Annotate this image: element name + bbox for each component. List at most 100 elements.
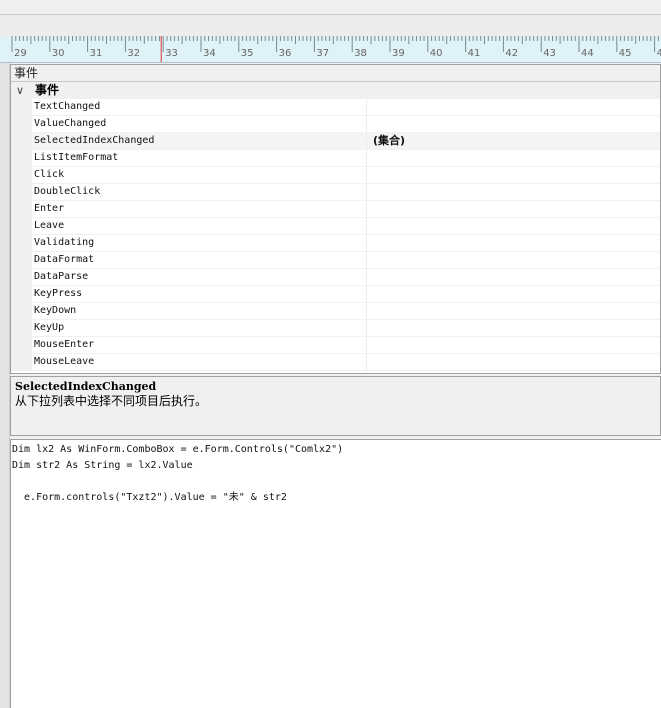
event-value[interactable]: [366, 286, 660, 302]
event-name: ListItemFormat: [34, 152, 119, 163]
event-name: KeyUp: [34, 322, 65, 333]
ruler-tick-label: 45: [619, 48, 632, 59]
event-name: TextChanged: [34, 101, 101, 112]
code-editor[interactable]: Dim lx2 As WinForm.ComboBox = e.Form.Con…: [10, 439, 661, 708]
horizontal-ruler: 29 30 31 32 33 34 35 36 37 38 39 40 41 42 43 44 45 4: [0, 36, 661, 63]
event-row[interactable]: ListItemFormat: [11, 150, 660, 167]
event-row[interactable]: Enter: [11, 201, 660, 218]
event-row[interactable]: Click: [11, 167, 660, 184]
ruler-tick-label: 44: [581, 48, 594, 59]
event-value[interactable]: [366, 354, 660, 370]
row-gutter: [11, 150, 32, 167]
event-name: DoubleClick: [34, 186, 101, 197]
event-row[interactable]: Leave: [11, 218, 660, 235]
ruler-tick-label: 42: [505, 48, 518, 59]
ruler-tick-label: 38: [354, 48, 367, 59]
help-description: 从下拉列表中选择不同项目后执行。: [15, 394, 208, 408]
event-value[interactable]: [366, 303, 660, 319]
event-row[interactable]: KeyUp: [11, 320, 660, 337]
row-gutter: [11, 337, 32, 354]
event-row[interactable]: TextChanged: [11, 99, 660, 116]
category-row-events[interactable]: ∨ 事件: [11, 82, 660, 99]
code-lines: Dim lx2 As WinForm.ComboBox = e.Form.Con…: [11, 442, 661, 506]
event-name: Enter: [34, 203, 65, 214]
event-row[interactable]: DataParse: [11, 269, 660, 286]
row-gutter: [11, 320, 32, 337]
event-value[interactable]: [366, 235, 660, 251]
event-name: Validating: [34, 237, 95, 248]
event-name: KeyDown: [34, 305, 77, 316]
code-line: Dim str2 As String = lx2.Value: [12, 460, 193, 471]
property-grid-header: 事件: [11, 65, 660, 82]
row-gutter: [11, 354, 32, 371]
event-value[interactable]: [366, 252, 660, 268]
event-list: TextChanged ValueChanged SelectedIndexChan…: [11, 99, 660, 371]
row-gutter: [11, 116, 32, 133]
ruler-tick-label: 43: [543, 48, 556, 59]
event-name: MouseLeave: [34, 356, 95, 367]
event-row[interactable]: MouseLeave: [11, 354, 660, 371]
event-row[interactable]: MouseEnter: [11, 337, 660, 354]
event-value[interactable]: [366, 218, 660, 234]
toolbar-band: [0, 15, 661, 36]
ruler-tick-label: 37: [316, 48, 329, 59]
event-name: Leave: [34, 220, 65, 231]
event-value[interactable]: [366, 116, 660, 132]
chevron-down-icon[interactable]: ∨: [16, 82, 28, 99]
event-name: DataParse: [34, 271, 89, 282]
left-gutter: [0, 63, 10, 708]
row-gutter: [11, 184, 32, 201]
row-gutter: [11, 201, 32, 218]
event-value[interactable]: [366, 99, 660, 115]
ruler-scale: 29 30 31 32 33 34 35 36 37 38 39 40 41 42 43 44 45 4: [11, 36, 661, 62]
event-name: SelectedIndexChanged: [34, 135, 155, 146]
code-line: Dim lx2 As WinForm.ComboBox = e.Form.Con…: [12, 444, 344, 455]
ruler-tick-label: 29: [14, 48, 27, 59]
event-value[interactable]: [366, 269, 660, 285]
event-row[interactable]: KeyPress: [11, 286, 660, 303]
help-panel: SelectedIndexChanged 从下拉列表中选择不同项目后执行。: [10, 376, 661, 436]
row-gutter: [11, 235, 32, 252]
code-line: e.Form.controls("Txzt2").Value = "未" & s…: [12, 492, 287, 503]
event-name: ValueChanged: [34, 118, 107, 129]
ruler-tick-label: 32: [127, 48, 140, 59]
ruler-tick-label: 40: [430, 48, 443, 59]
event-row[interactable]: SelectedIndexChanged (集合): [11, 133, 660, 150]
event-row[interactable]: DataFormat: [11, 252, 660, 269]
event-row[interactable]: DoubleClick: [11, 184, 660, 201]
event-value[interactable]: [366, 184, 660, 200]
event-name: MouseEnter: [34, 339, 95, 350]
ruler-tick-label: 36: [279, 48, 292, 59]
event-row[interactable]: KeyDown: [11, 303, 660, 320]
help-title: SelectedIndexChanged: [15, 380, 157, 393]
row-gutter: [11, 167, 32, 184]
row-gutter: [11, 269, 32, 286]
ruler-tick-label: 31: [90, 48, 103, 59]
ruler-tick-label: 34: [203, 48, 216, 59]
event-value[interactable]: [366, 150, 660, 166]
ruler-tick-label: 4: [657, 48, 661, 59]
event-name: Click: [34, 169, 65, 180]
event-value[interactable]: [366, 167, 660, 183]
ruler-tick-label: 33: [165, 48, 178, 59]
event-value[interactable]: [366, 201, 660, 217]
top-toolbar-strip: [0, 0, 661, 15]
row-gutter: [11, 252, 32, 269]
row-gutter: [11, 303, 32, 320]
event-name: KeyPress: [34, 288, 83, 299]
event-name: DataFormat: [34, 254, 95, 265]
row-gutter: [11, 99, 32, 116]
event-value[interactable]: [366, 337, 660, 353]
property-grid[interactable]: 事件 ∨ 事件 TextChanged ValueChanged SelectedI…: [10, 64, 661, 374]
ruler-tick-label: 41: [468, 48, 481, 59]
row-gutter: [11, 286, 32, 303]
event-value[interactable]: [366, 320, 660, 336]
event-row[interactable]: ValueChanged: [11, 116, 660, 133]
ruler-tick-label: 39: [392, 48, 405, 59]
row-gutter: [11, 133, 32, 150]
row-gutter: [11, 218, 32, 235]
category-label: 事件: [35, 83, 60, 97]
event-value[interactable]: (集合): [366, 133, 660, 149]
event-row[interactable]: Validating: [11, 235, 660, 252]
